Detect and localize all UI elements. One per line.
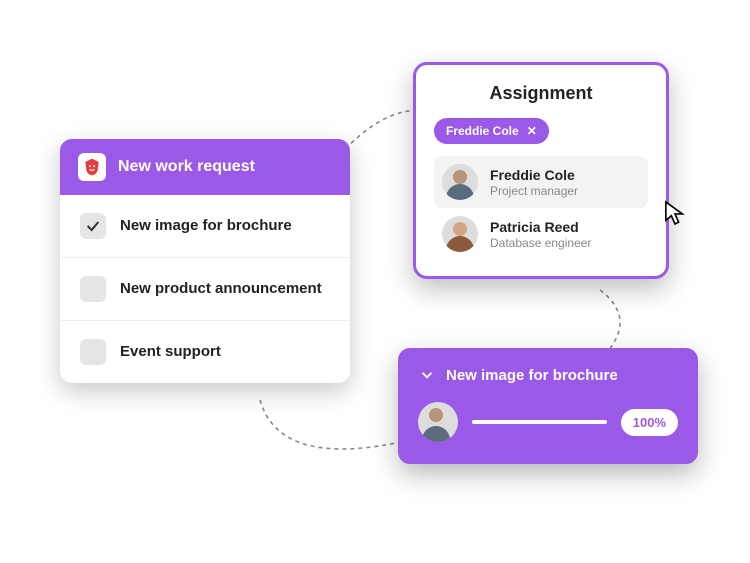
app-logo-icon	[78, 153, 106, 181]
progress-percent: 100%	[621, 409, 678, 436]
request-item[interactable]: New product announcement	[60, 258, 350, 321]
chip-remove-icon[interactable]: ✕	[527, 124, 537, 138]
avatar	[418, 402, 458, 442]
cursor-icon	[664, 200, 686, 231]
person-option[interactable]: Patricia Reed Database engineer	[434, 208, 648, 260]
person-name: Patricia Reed	[490, 219, 591, 235]
person-role: Database engineer	[490, 236, 591, 250]
progress-title: New image for brochure	[446, 367, 618, 384]
chevron-down-icon	[418, 366, 436, 384]
progress-card: New image for brochure 100%	[398, 348, 698, 464]
person-info: Freddie Cole Project manager	[490, 167, 578, 198]
avatar	[442, 164, 478, 200]
checkbox-checked[interactable]	[80, 213, 106, 239]
person-role: Project manager	[490, 184, 578, 198]
request-item[interactable]: Event support	[60, 321, 350, 383]
request-item-label: Event support	[120, 342, 221, 362]
request-item[interactable]: New image for brochure	[60, 195, 350, 258]
person-name: Freddie Cole	[490, 167, 578, 183]
progress-row: 100%	[418, 402, 678, 442]
request-item-label: New product announcement	[120, 279, 322, 299]
checkbox-unchecked[interactable]	[80, 339, 106, 365]
person-option[interactable]: Freddie Cole Project manager	[434, 156, 648, 208]
selected-chip[interactable]: Freddie Cole ✕	[434, 118, 549, 144]
work-request-title: New work request	[118, 158, 255, 176]
work-request-card: New work request New image for brochure …	[60, 139, 350, 383]
progress-header[interactable]: New image for brochure	[418, 366, 678, 384]
request-item-label: New image for brochure	[120, 216, 292, 236]
work-request-header: New work request	[60, 139, 350, 195]
progress-bar[interactable]	[472, 420, 607, 424]
assignment-title: Assignment	[434, 83, 648, 104]
checkbox-unchecked[interactable]	[80, 276, 106, 302]
chip-label: Freddie Cole	[446, 124, 519, 138]
avatar	[442, 216, 478, 252]
person-info: Patricia Reed Database engineer	[490, 219, 591, 250]
assignment-card: Assignment Freddie Cole ✕ Freddie Cole P…	[413, 62, 669, 279]
